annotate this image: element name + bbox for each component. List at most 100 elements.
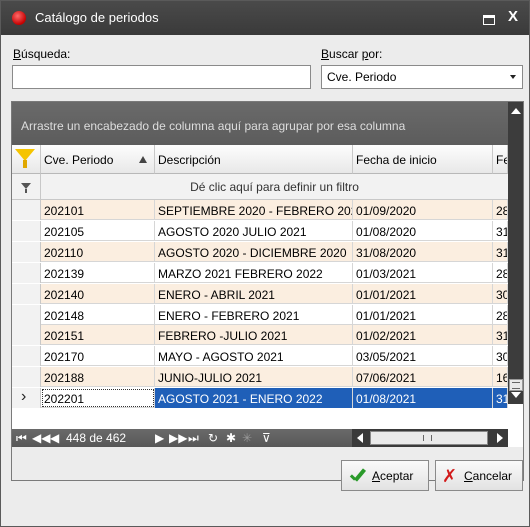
cell-description[interactable]: SEPTIEMBRE 2020 - FEBRERO 2021 (155, 200, 353, 220)
row-indicator[interactable] (12, 346, 41, 367)
cell-start-date[interactable]: 01/02/2021 (353, 325, 493, 346)
cell-end-date[interactable]: 31 (493, 220, 508, 241)
table-row[interactable]: 202140ENERO - ABRIL 202101/01/202130 (12, 283, 508, 304)
cell-end-date[interactable]: 28 (493, 200, 508, 220)
cell-start-date[interactable]: 01/08/2021 (353, 388, 493, 409)
cell-start-date[interactable]: 07/06/2021 (353, 367, 493, 388)
cell-code[interactable]: 202140 (41, 283, 155, 304)
cell-code[interactable]: 202188 (41, 367, 155, 388)
catalog-window: Catálogo de periodos X Búsqueda: Buscar … (0, 0, 530, 527)
table-row[interactable]: 202139 MARZO 2021 FEBRERO 2022 01/03/2021 2… (12, 262, 508, 283)
cell-description[interactable]: MAYO - AGOSTO 2021 (155, 346, 353, 367)
sort-ascending-icon (139, 156, 147, 163)
table-row[interactable]: 202170MAYO - AGOSTO 202103/05/202130 (12, 346, 508, 367)
row-indicator[interactable] (12, 367, 41, 388)
vertical-scroll-thumb[interactable] (509, 379, 523, 391)
cell-description[interactable]: FEBRERO -JULIO 2021 (155, 325, 353, 346)
cell-code[interactable]: 202139 (41, 262, 155, 283)
row-indicator[interactable] (12, 304, 41, 325)
scroll-up-arrow-icon[interactable] (511, 108, 521, 114)
scroll-left-arrow-icon[interactable] (357, 433, 363, 443)
row-indicator[interactable] (12, 262, 41, 283)
row-indicator[interactable] (12, 241, 41, 262)
cell-code[interactable]: 202170 (41, 346, 155, 367)
cell-start-date[interactable]: 01/01/2021 (353, 283, 493, 304)
first-page-icon[interactable]: ⏮ (16, 431, 27, 446)
cell-code[interactable]: 202105 (41, 220, 155, 241)
scroll-right-arrow-icon[interactable] (497, 433, 503, 443)
cell-description[interactable]: JUNIO-JULIO 2021 (155, 367, 353, 388)
insert-record-icon[interactable]: ✱ (226, 431, 236, 445)
cell-code[interactable]: 202110 (41, 241, 155, 262)
filter-funnel-button[interactable] (12, 145, 41, 174)
column-header-start-date[interactable]: Fecha de inicio (353, 145, 493, 174)
horizontal-scroll-thumb[interactable] (370, 431, 488, 445)
column-header-code[interactable]: Cve. Periodo (41, 145, 155, 174)
refresh-icon[interactable]: ↻ (208, 431, 218, 445)
cell-code[interactable]: 202201 (41, 388, 155, 409)
cell-end-date[interactable]: 31 (493, 241, 508, 262)
search-input[interactable] (12, 65, 311, 89)
cell-start-date[interactable]: 01/09/2020 (353, 200, 493, 220)
cell-description[interactable]: ENERO - ABRIL 2021 (155, 283, 353, 304)
row-indicator[interactable]: › (12, 388, 41, 409)
group-by-panel[interactable]: Arrastre un encabezado de columna aquí p… (12, 102, 508, 145)
column-header-code-label: Cve. Periodo (44, 153, 114, 167)
cell-start-date[interactable]: 01/08/2020 (353, 220, 493, 241)
table-row[interactable]: 202101 SEPTIEMBRE 2020 - FEBRERO 2021 01/0… (12, 200, 508, 220)
table-row[interactable]: › 202201 AGOSTO 2021 - ENERO 2022 01/08/202… (12, 388, 508, 409)
column-header-description[interactable]: Descripción (155, 145, 353, 174)
cell-code[interactable]: 202148 (41, 304, 155, 325)
table-row[interactable]: 202188JUNIO-JULIO 202107/06/202116 (12, 367, 508, 388)
cell-end-date[interactable]: 30 (493, 346, 508, 367)
accept-button[interactable]: Aceptar (341, 460, 429, 491)
cell-start-date[interactable]: 03/05/2021 (353, 346, 493, 367)
column-header-end-date[interactable]: Fe (493, 145, 508, 174)
scroll-down-arrow-icon[interactable] (511, 392, 521, 398)
search-by-dropdown[interactable]: Cve. Periodo (321, 65, 523, 89)
cell-end-date[interactable]: 28 (493, 304, 508, 325)
table-row[interactable]: 202105AGOSTO 2020 JULIO 202101/08/202031 (12, 220, 508, 241)
cell-end-date[interactable]: 31 (493, 325, 508, 346)
table-row[interactable]: 202110 AGOSTO 2020 - DICIEMBRE 2020 31/08/… (12, 241, 508, 262)
cell-end-date[interactable]: 30 (493, 283, 508, 304)
cell-description[interactable]: AGOSTO 2021 - ENERO 2022 (155, 388, 353, 409)
cell-end-date[interactable]: 16 (493, 367, 508, 388)
title-bar[interactable]: Catálogo de periodos X (1, 1, 529, 35)
horizontal-scrollbar[interactable] (352, 429, 508, 447)
cell-description[interactable]: ENERO - FEBRERO 2021 (155, 304, 353, 325)
cell-code[interactable]: 202151 (41, 325, 155, 346)
last-page-icon[interactable]: ⏭ (188, 431, 199, 446)
cell-end-date[interactable]: 28 (493, 262, 508, 283)
next-page-icon[interactable]: ▶▶ (169, 431, 187, 445)
restore-window-icon[interactable] (480, 10, 496, 26)
cell-start-date[interactable]: 01/03/2021 (353, 262, 493, 283)
search-by-mid: uscar (329, 47, 362, 61)
table-row[interactable]: 202148ENERO - FEBRERO 202101/01/202128 (12, 304, 508, 325)
row-indicator[interactable] (12, 283, 41, 304)
close-window-button[interactable]: X (504, 7, 522, 27)
search-by-selected: Cve. Periodo (327, 70, 397, 84)
cell-description[interactable]: MARZO 2021 FEBRERO 2022 (155, 262, 353, 283)
row-indicator[interactable] (12, 220, 41, 241)
cancel-button[interactable]: ✗ Cancelar (435, 460, 523, 491)
filter-nav-icon[interactable]: ⊽ (262, 431, 271, 445)
vertical-scrollbar[interactable] (508, 102, 523, 404)
row-indicator[interactable] (12, 200, 41, 220)
row-indicator[interactable] (12, 325, 41, 346)
record-navigator: ⏮ ◀◀ ◀ 448 de 462 ▶ ▶▶ ⏭ ↻ ✱ ✳ ⊽ (12, 429, 352, 447)
cell-end-date[interactable]: 31 (493, 388, 508, 409)
filter-row[interactable]: Dé clic aquí para definir un filtro (12, 174, 508, 200)
chevron-down-icon[interactable] (510, 75, 516, 79)
prev-page-icon[interactable]: ◀◀ (32, 431, 50, 445)
next-record-icon[interactable]: ▶ (155, 431, 164, 445)
cell-code[interactable]: 202101 (41, 200, 155, 220)
table-row[interactable]: 202151FEBRERO -JULIO 202101/02/202131 (12, 325, 508, 346)
cell-start-date[interactable]: 31/08/2020 (353, 241, 493, 262)
prev-record-icon[interactable]: ◀ (50, 431, 59, 445)
cell-start-date[interactable]: 01/01/2021 (353, 304, 493, 325)
delete-record-icon[interactable]: ✳ (242, 431, 252, 445)
cell-description[interactable]: AGOSTO 2020 JULIO 2021 (155, 220, 353, 241)
window-title: Catálogo de periodos (35, 10, 159, 25)
cell-description[interactable]: AGOSTO 2020 - DICIEMBRE 2020 (155, 241, 353, 262)
